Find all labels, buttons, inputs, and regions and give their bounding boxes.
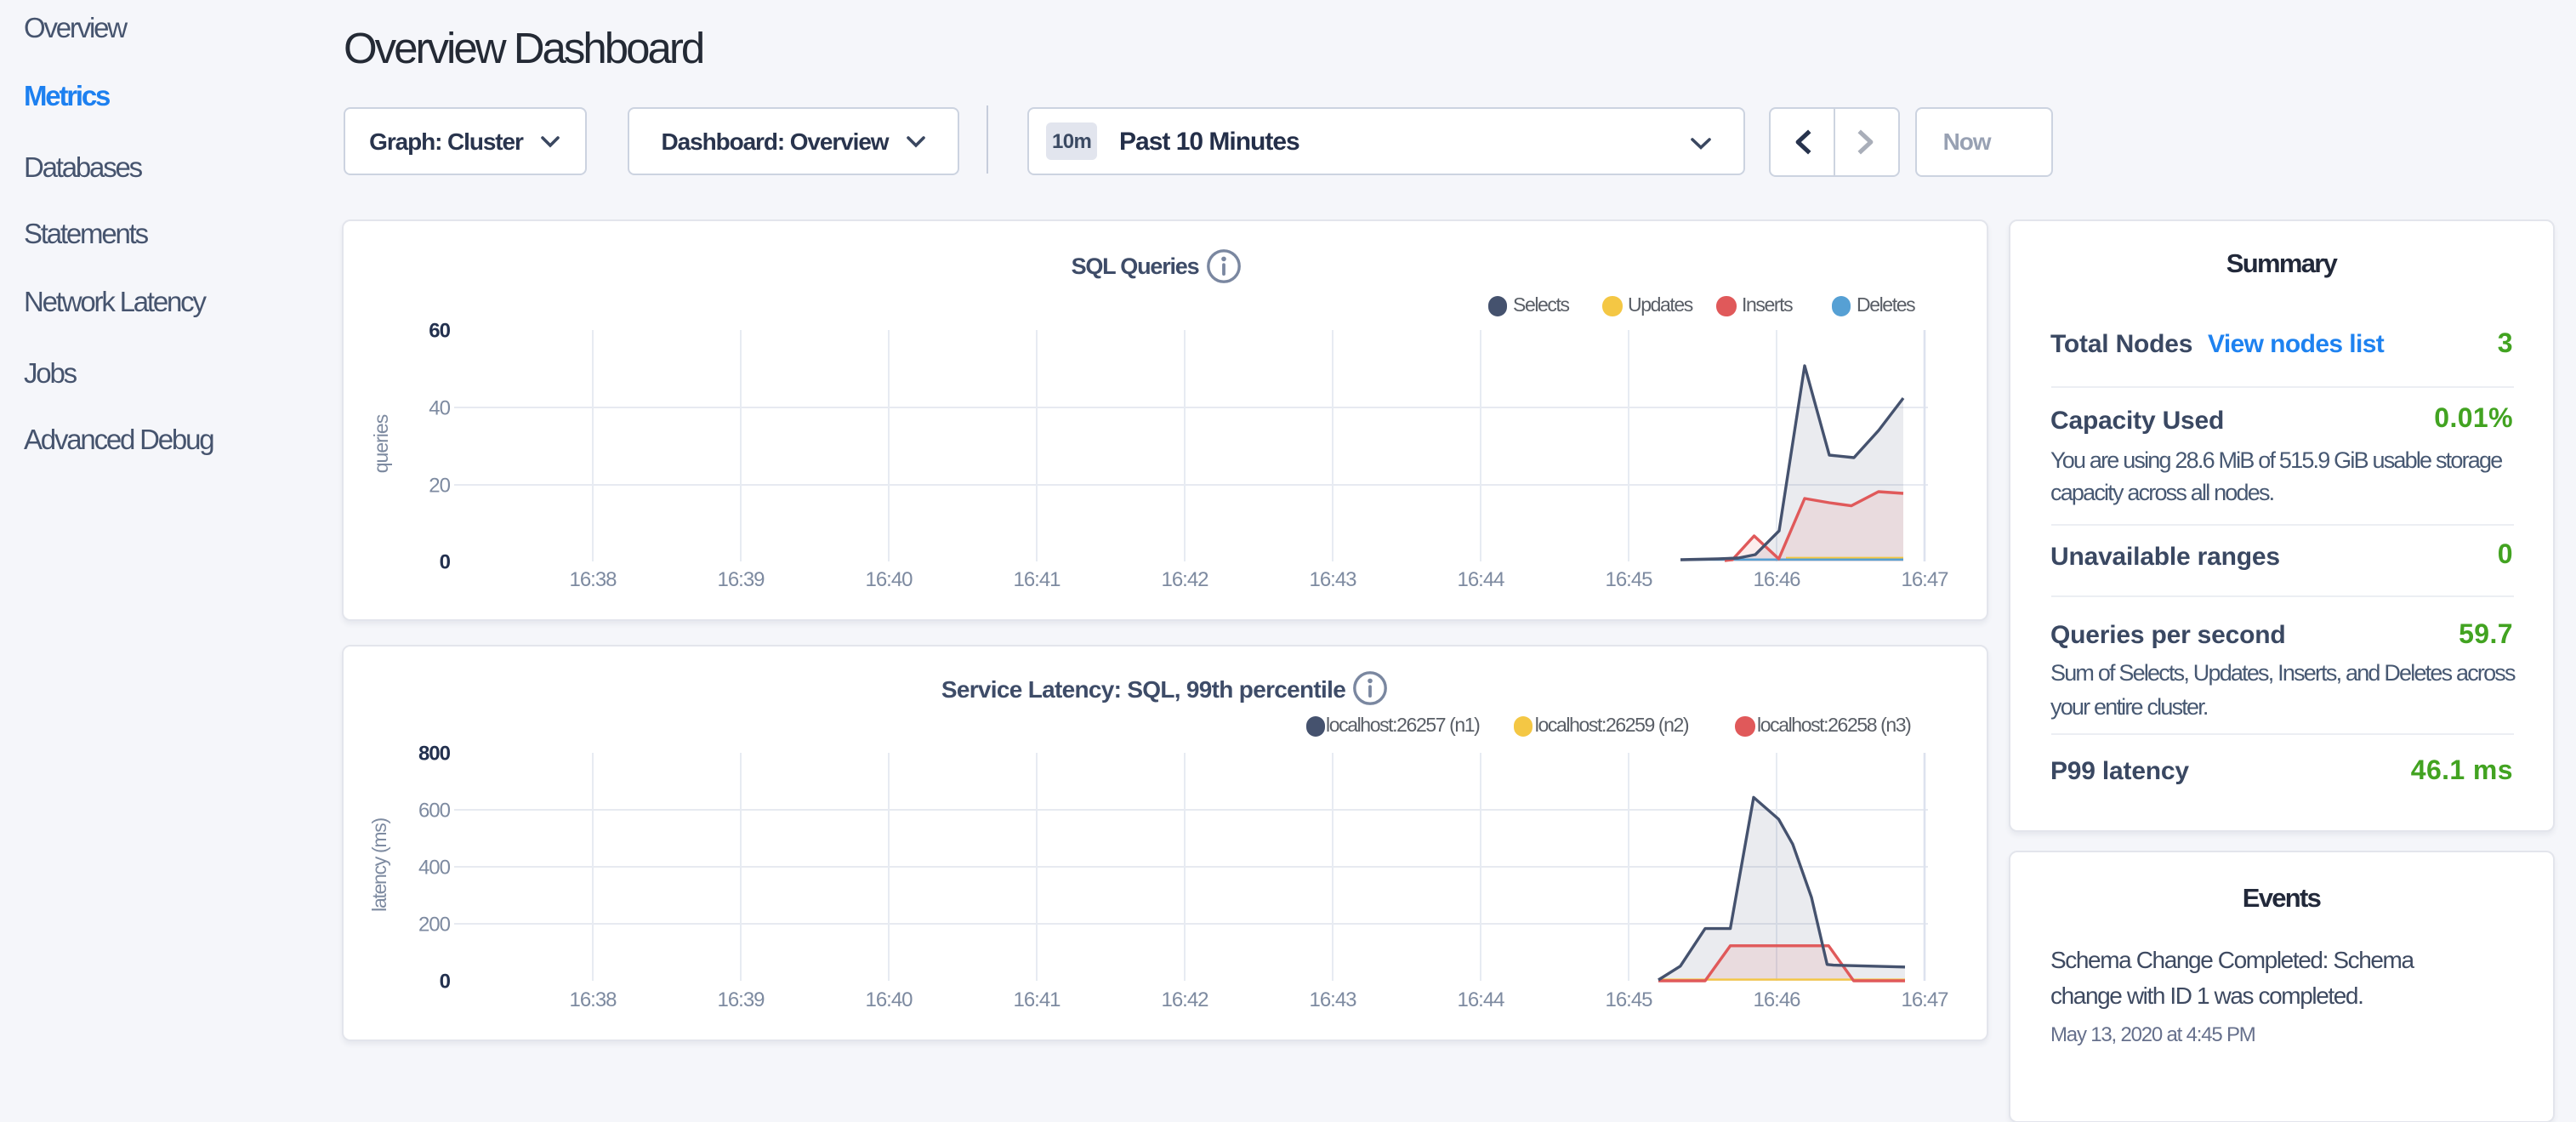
svg-text:16:39: 16:39	[717, 988, 765, 1011]
svg-text:400: 400	[418, 855, 451, 878]
svg-text:16:43: 16:43	[1309, 988, 1356, 1011]
svg-text:0: 0	[440, 969, 451, 992]
svg-text:16:46: 16:46	[1753, 988, 1800, 1011]
svg-text:16:39: 16:39	[717, 568, 765, 591]
svg-text:16:42: 16:42	[1161, 568, 1208, 591]
svg-text:16:38: 16:38	[569, 988, 617, 1011]
svg-text:queries: queries	[370, 414, 392, 473]
svg-text:16:42: 16:42	[1161, 988, 1208, 1011]
svg-text:16:41: 16:41	[1013, 988, 1061, 1011]
svg-text:600: 600	[418, 798, 451, 821]
svg-text:16:47: 16:47	[1901, 988, 1948, 1011]
svg-text:0: 0	[440, 550, 451, 573]
svg-text:20: 20	[429, 474, 450, 497]
svg-text:16:44: 16:44	[1457, 988, 1504, 1011]
svg-text:60: 60	[429, 319, 450, 342]
svg-text:16:46: 16:46	[1753, 568, 1800, 591]
svg-text:16:44: 16:44	[1457, 568, 1504, 591]
svg-text:16:38: 16:38	[569, 568, 617, 591]
svg-text:16:43: 16:43	[1309, 568, 1356, 591]
svg-text:latency (ms): latency (ms)	[368, 817, 390, 911]
svg-text:16:45: 16:45	[1605, 988, 1652, 1011]
svg-text:16:45: 16:45	[1605, 568, 1652, 591]
svg-text:200: 200	[418, 912, 451, 935]
svg-text:800: 800	[418, 741, 451, 764]
svg-text:40: 40	[429, 396, 450, 419]
svg-text:16:41: 16:41	[1013, 568, 1061, 591]
svg-text:16:40: 16:40	[865, 568, 913, 591]
svg-text:16:47: 16:47	[1901, 568, 1948, 591]
svg-text:16:40: 16:40	[865, 988, 913, 1011]
